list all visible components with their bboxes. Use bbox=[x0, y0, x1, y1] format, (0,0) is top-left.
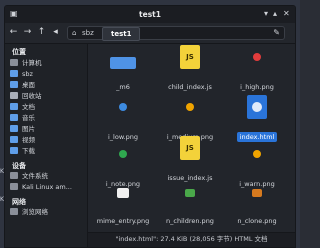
image-file-icon bbox=[252, 189, 262, 197]
minimize-icon[interactable]: ▾ bbox=[264, 9, 268, 19]
sidebar-item-computer[interactable]: 计算机 bbox=[10, 59, 84, 68]
breadcrumb-left-arrow[interactable]: ◂ bbox=[50, 26, 61, 38]
computer-icon bbox=[10, 59, 18, 66]
image-file-icon bbox=[186, 103, 194, 111]
sidebar-heading-devices: 设备 bbox=[12, 162, 26, 170]
trash-icon bbox=[10, 92, 18, 99]
file-item[interactable]: n_clone.png bbox=[222, 181, 292, 227]
sidebar-item-pictures[interactable]: 图片 bbox=[10, 125, 84, 134]
file-grid: _m6 JS child_index.js i_high.png i_low.p… bbox=[88, 44, 295, 233]
file-item[interactable]: _m6 bbox=[88, 57, 158, 93]
file-name: index.html bbox=[236, 132, 278, 142]
disc-icon bbox=[10, 183, 18, 190]
file-name: n_children.png bbox=[166, 217, 214, 225]
desktop-folder-icon bbox=[10, 81, 18, 88]
image-file-icon bbox=[119, 150, 127, 158]
sidebar-item-desktop[interactable]: 桌面 bbox=[10, 81, 84, 90]
file-item[interactable]: mime_entry.png bbox=[88, 181, 158, 227]
sidebar-item-home[interactable]: sbz bbox=[10, 70, 84, 79]
status-bar: "index.html": 27.4 KiB (28,056 字节) HTML … bbox=[88, 232, 295, 247]
image-file-icon bbox=[253, 150, 261, 158]
title-bar: ▣ test1 ▾ ▴ ✕ bbox=[5, 6, 295, 23]
folder-icon bbox=[110, 57, 136, 69]
file-name: i_high.png bbox=[240, 83, 274, 91]
home-folder-icon bbox=[10, 70, 18, 77]
image-file-icon bbox=[185, 189, 195, 197]
sidebar-item-trash[interactable]: 回收站 bbox=[10, 92, 84, 101]
sidebar-item-filesystem[interactable]: 文件系统 bbox=[10, 172, 84, 181]
up-button[interactable]: ↑ bbox=[36, 26, 47, 38]
sidebar-heading-places: 位置 bbox=[12, 48, 26, 56]
back-button[interactable]: ← bbox=[8, 26, 19, 38]
file-name: mime_entry.png bbox=[96, 217, 150, 225]
edit-location-icon[interactable]: ✎ bbox=[273, 27, 280, 39]
window-title: test1 bbox=[139, 10, 161, 19]
file-item[interactable]: n_children.png bbox=[155, 181, 225, 227]
html-file-icon bbox=[247, 95, 267, 119]
downloads-folder-icon bbox=[10, 147, 18, 154]
file-item[interactable]: i_low.png bbox=[88, 95, 158, 143]
file-manager-window: ▣ test1 ▾ ▴ ✕ ← → ↑ ◂ ⌂ sbz test1 ✎ 位置 计… bbox=[4, 5, 296, 248]
file-item[interactable]: i_high.png bbox=[222, 45, 292, 93]
home-icon[interactable]: ⌂ bbox=[72, 27, 76, 39]
sidebar-heading-network: 网络 bbox=[12, 198, 26, 206]
file-name: child_index.js bbox=[168, 83, 212, 91]
documents-folder-icon bbox=[10, 103, 18, 110]
breadcrumb-sbz[interactable]: sbz bbox=[82, 27, 94, 39]
breadcrumb: ⌂ sbz test1 ✎ bbox=[67, 26, 285, 41]
sidebar-item-documents[interactable]: 文档 bbox=[10, 103, 84, 112]
drive-icon bbox=[10, 172, 18, 179]
js-file-icon: JS bbox=[180, 136, 200, 160]
sidebar-item-browse-network[interactable]: 浏览网络 bbox=[10, 208, 84, 217]
file-name: n_clone.png bbox=[237, 217, 277, 225]
image-file-icon bbox=[119, 103, 127, 111]
sidebar-item-downloads[interactable]: 下载 bbox=[10, 147, 84, 156]
pictures-folder-icon bbox=[10, 125, 18, 132]
forward-button[interactable]: → bbox=[22, 26, 33, 38]
sidebar-item-kali-disk[interactable]: Kali Linux am... bbox=[10, 183, 84, 192]
file-item[interactable]: JS child_index.js bbox=[155, 45, 225, 93]
toolbar: ← → ↑ ◂ ⌂ sbz test1 ✎ bbox=[5, 23, 295, 44]
file-item-selected[interactable]: index.html bbox=[222, 95, 292, 143]
file-name: _m6 bbox=[116, 83, 130, 91]
sidebar-item-music[interactable]: 音乐 bbox=[10, 114, 84, 123]
file-item[interactable]: JS issue_index.js bbox=[155, 136, 225, 184]
close-icon[interactable]: ✕ bbox=[283, 9, 290, 19]
sidebar: 位置 计算机 sbz 桌面 回收站 文档 音乐 图片 视频 下载 设备 文件系统… bbox=[5, 44, 88, 247]
breadcrumb-test1[interactable]: test1 bbox=[102, 27, 141, 41]
js-file-icon: JS bbox=[180, 45, 200, 69]
network-icon bbox=[10, 208, 18, 215]
image-file-icon bbox=[253, 53, 261, 61]
maximize-icon[interactable]: ▴ bbox=[273, 9, 277, 19]
music-folder-icon bbox=[10, 114, 18, 121]
image-file-icon bbox=[117, 188, 129, 198]
videos-folder-icon bbox=[10, 136, 18, 143]
sidebar-item-videos[interactable]: 视频 bbox=[10, 136, 84, 145]
file-name: i_low.png bbox=[108, 133, 138, 141]
